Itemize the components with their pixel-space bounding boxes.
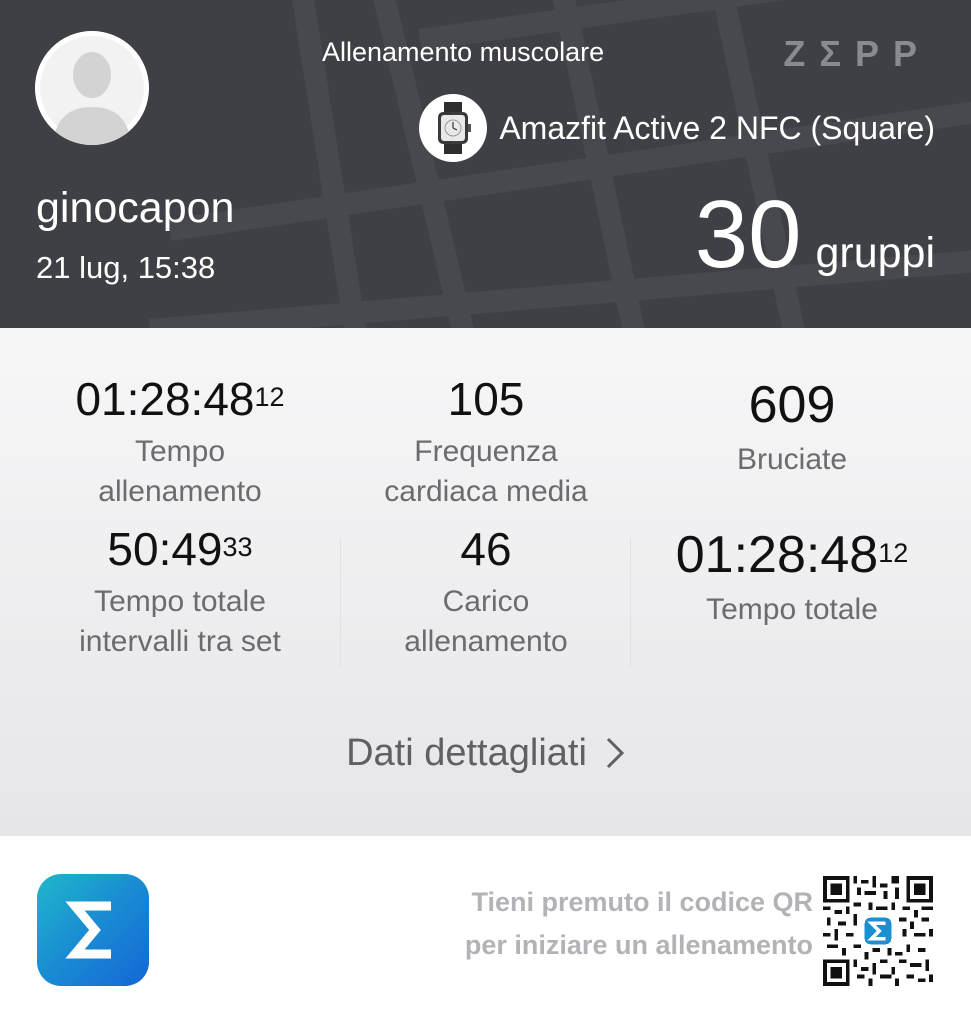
- stat-value: 50:4933: [107, 523, 253, 575]
- device-name: Amazfit Active 2 NFC (Square): [499, 110, 935, 146]
- qr-instruction-line1: Tieni premuto il codice QR: [471, 887, 813, 917]
- qr-instructions: Tieni premuto il codice QR per iniziare …: [465, 881, 813, 967]
- qr-code-icon[interactable]: [823, 876, 933, 986]
- stat-label: Tempo totale intervalli tra set: [79, 585, 281, 658]
- qr-instruction-line2: per iniziare un allenamento: [464, 930, 813, 960]
- stat-label: Bruciate: [736, 443, 848, 476]
- stat-value: 105: [447, 373, 525, 425]
- username: ginocapon: [36, 184, 235, 232]
- stat-total-time: 01:28:4812 Tempo totale: [632, 526, 952, 630]
- detailed-data-label: Dati dettagliati: [346, 732, 587, 774]
- workout-type-title: Allenamento muscolare: [322, 37, 605, 67]
- stat-value: 01:28:4812: [675, 526, 909, 584]
- workout-datetime: 21 lug, 15:38: [36, 250, 216, 285]
- zepp-sigma-icon: [37, 874, 149, 986]
- stat-label: Frequenza cardiaca media: [384, 435, 588, 508]
- zepp-logo: ZΣPP: [783, 33, 931, 74]
- stat-value: 01:28:4812: [75, 373, 285, 425]
- stat-rest-intervals-time: 50:4933 Tempo totale intervalli tra set: [20, 522, 340, 662]
- detailed-data-link[interactable]: Dati dettagliati: [0, 730, 971, 776]
- watch-icon: [419, 94, 488, 162]
- chevron-right-icon: [606, 737, 625, 769]
- stat-value: 46: [460, 523, 512, 575]
- avatar-placeholder-icon: [35, 31, 149, 145]
- stat-value: 609: [748, 376, 836, 434]
- stat-avg-heart-rate: 105 Frequenza cardiaca media: [326, 372, 646, 512]
- stat-label: Tempo totale: [706, 593, 878, 626]
- workout-header: ginocapon 21 lug, 15:38 Allenamento musc…: [0, 0, 971, 328]
- user-avatar[interactable]: [35, 31, 149, 145]
- stat-training-load: 46 Carico allenamento: [326, 522, 646, 662]
- stat-calories-burned: 609 Bruciate: [632, 376, 952, 480]
- sets-count: 30 gruppi: [695, 180, 935, 290]
- stat-label: Carico allenamento: [404, 585, 568, 658]
- device-info: Amazfit Active 2 NFC (Square): [419, 93, 935, 163]
- sets-value: 30: [694, 181, 802, 288]
- stat-workout-time: 01:28:4812 Tempo allenamento: [20, 372, 340, 512]
- sets-unit: gruppi: [815, 229, 935, 277]
- stat-label: Tempo allenamento: [98, 435, 262, 508]
